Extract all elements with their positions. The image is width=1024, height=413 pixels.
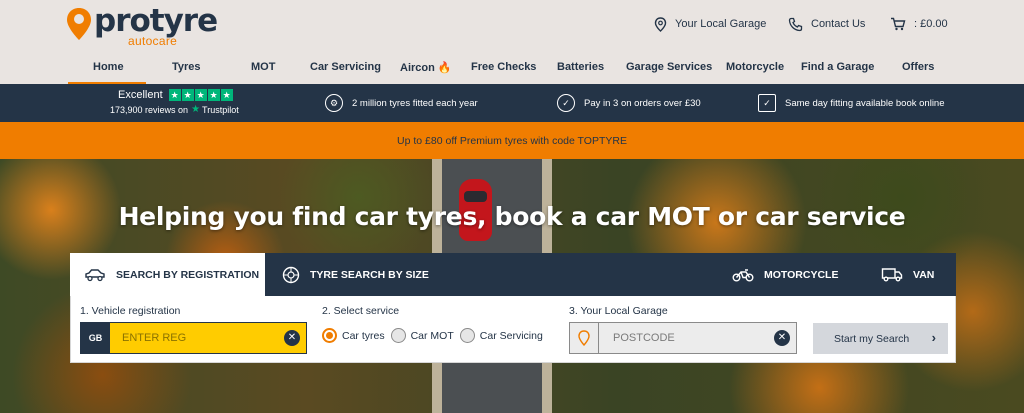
phone-icon — [788, 17, 803, 31]
radio-unselected-icon — [390, 328, 406, 343]
cart-total: : £0.00 — [914, 18, 948, 30]
logo-wordmark: protyre — [94, 3, 218, 39]
trustpilot-stars: ★ ★ ★ ★ ★ — [168, 89, 234, 101]
cart-icon — [891, 17, 906, 31]
service-option-label: Car Servicing — [479, 329, 543, 342]
promo-banner[interactable]: Up to £80 off Premium tyres with code TO… — [0, 122, 1024, 159]
trustpilot-widget[interactable]: Excellent ★ ★ ★ ★ ★ 173,900 reviews on ★… — [110, 89, 250, 115]
service-option-car-tyres[interactable]: Car tyres — [322, 328, 385, 343]
nav-tyres[interactable]: Tyres — [172, 61, 201, 73]
tab-van[interactable]: VAN — [881, 253, 934, 296]
radio-unselected-icon — [459, 328, 475, 343]
hero-title: Helping you find car tyres, book a car M… — [118, 202, 906, 231]
trustpilot-brand: Trustpilot — [202, 104, 239, 115]
feature-tyres-fitted: ⚙ 2 million tyres fitted each year — [325, 94, 478, 112]
service-option-label: Car MOT — [410, 329, 454, 342]
star-icon: ★ — [181, 89, 194, 101]
car-icon — [85, 268, 105, 281]
protyre-logo[interactable]: protyre autocare — [66, 3, 218, 48]
van-icon — [881, 268, 903, 282]
local-garage-label: 3. Your Local Garage — [569, 305, 668, 317]
search-form: 1. Vehicle registration GB ✕ 2. Select s… — [70, 296, 956, 363]
postcode-input[interactable] — [599, 323, 796, 353]
tab-tyre-search-by-size[interactable]: TYRE SEARCH BY SIZE — [282, 253, 429, 296]
location-pin-icon — [654, 16, 667, 32]
vehicle-registration-label: 1. Vehicle registration — [80, 305, 181, 317]
tab-motorcycle-label: MOTORCYCLE — [764, 268, 839, 281]
nav-mot[interactable]: MOT — [251, 61, 275, 73]
nav-aircon[interactable]: Aircon 🔥 — [400, 61, 452, 74]
nav-car-servicing[interactable]: Car Servicing — [310, 61, 381, 73]
trustpilot-review-count: 173,900 reviews on — [110, 104, 189, 115]
location-pin-icon — [570, 323, 599, 353]
tab-van-label: VAN — [913, 268, 935, 281]
select-service-label: 2. Select service — [322, 305, 400, 317]
feature-tyres-fitted-text: 2 million tyres fitted each year — [352, 97, 478, 109]
trust-bar: Excellent ★ ★ ★ ★ ★ 173,900 reviews on ★… — [0, 84, 1024, 122]
nav-garage-services[interactable]: Garage Services — [626, 61, 712, 73]
registration-input[interactable] — [110, 323, 306, 353]
promo-text: Up to £80 off Premium tyres with code TO… — [397, 134, 627, 147]
tab-size-label: TYRE SEARCH BY SIZE — [310, 268, 429, 281]
garage-label: Your Local Garage — [675, 18, 767, 30]
nav-motorcycle[interactable]: Motorcycle — [726, 61, 784, 73]
nav-offers[interactable]: Offers — [902, 61, 934, 73]
star-icon: ★ — [168, 89, 181, 101]
logo-pin-icon — [67, 8, 91, 40]
tab-search-by-registration[interactable]: SEARCH BY REGISTRATION — [70, 253, 265, 296]
clear-registration-icon[interactable]: ✕ — [284, 330, 300, 346]
basket-link[interactable]: : £0.00 — [890, 14, 948, 34]
service-option-car-mot[interactable]: Car MOT — [390, 328, 454, 343]
gb-plate-badge: GB — [81, 323, 110, 353]
search-tabs: SEARCH BY REGISTRATION TYRE SEARCH BY SI… — [70, 253, 956, 296]
feature-pay-in-3-text: Pay in 3 on orders over £30 — [584, 97, 701, 109]
radio-selected-icon — [322, 328, 337, 343]
contact-label: Contact Us — [811, 18, 866, 30]
service-radio-group: Car tyres Car MOT Car Servicing — [322, 328, 549, 343]
clear-postcode-icon[interactable]: ✕ — [774, 330, 790, 346]
tyre-icon: ⚙ — [325, 94, 343, 112]
your-local-garage-link[interactable]: Your Local Garage — [654, 14, 766, 34]
contact-us-link[interactable]: Contact Us — [788, 14, 865, 34]
service-option-car-servicing[interactable]: Car Servicing — [459, 328, 543, 343]
trustpilot-star-icon: ★ — [191, 104, 201, 115]
start-search-label: Start my Search — [834, 332, 910, 345]
calendar-check-icon: ✓ — [758, 94, 776, 112]
nav-find-a-garage[interactable]: Find a Garage — [801, 61, 874, 73]
nav-free-checks[interactable]: Free Checks — [471, 61, 536, 73]
star-icon: ★ — [220, 89, 233, 101]
nav-aircon-label: Aircon — [400, 62, 435, 74]
trustpilot-rating-label: Excellent — [118, 89, 163, 101]
search-widget: SEARCH BY REGISTRATION TYRE SEARCH BY SI… — [70, 253, 956, 363]
tab-registration-label: SEARCH BY REGISTRATION — [116, 268, 260, 281]
tyre-icon — [282, 266, 300, 283]
star-icon: ★ — [194, 89, 207, 101]
star-icon: ★ — [207, 89, 220, 101]
postcode-field: ✕ — [569, 322, 797, 354]
nav-batteries[interactable]: Batteries — [557, 61, 604, 73]
main-nav: Home Tyres MOT Car Servicing Aircon 🔥 Fr… — [0, 56, 1024, 84]
feature-pay-in-3: ✓ Pay in 3 on orders over £30 — [557, 94, 701, 112]
feature-same-day-text: Same day fitting available book online — [785, 97, 945, 109]
check-circle-icon: ✓ — [557, 94, 575, 112]
nav-home[interactable]: Home — [93, 61, 124, 73]
chevron-right-icon: › — [931, 330, 936, 345]
registration-field: GB ✕ — [80, 322, 307, 354]
tab-motorcycle[interactable]: MOTORCYCLE — [732, 253, 838, 296]
start-search-button[interactable]: Start my Search › — [813, 323, 948, 354]
flame-icon: 🔥 — [437, 62, 452, 74]
site-header: protyre autocare Your Local Garage Conta… — [0, 0, 1024, 84]
feature-same-day: ✓ Same day fitting available book online — [758, 94, 945, 112]
motorcycle-icon — [732, 268, 754, 281]
service-option-label: Car tyres — [342, 329, 385, 342]
